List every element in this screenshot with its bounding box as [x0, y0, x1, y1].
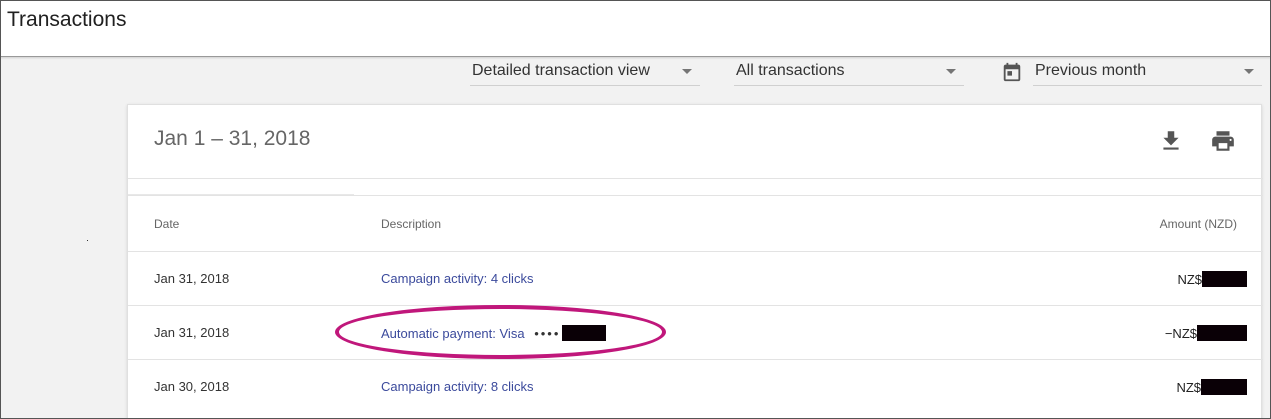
period-dropdown[interactable]: Previous month: [1033, 58, 1262, 86]
stray-dot: [87, 240, 88, 241]
view-dropdown-label: Detailed transaction view: [472, 62, 650, 79]
divider: [128, 178, 1263, 179]
download-icon[interactable]: [1158, 128, 1184, 154]
column-header-description[interactable]: Description: [381, 217, 441, 231]
redacted-amount: [1197, 325, 1247, 341]
transaction-type-label: All transactions: [736, 62, 845, 79]
row-date: Jan 31, 2018: [154, 325, 230, 340]
chevron-down-icon: [1244, 69, 1254, 74]
print-icon[interactable]: [1210, 128, 1236, 154]
date-range-title: Jan 1 – 31, 2018: [154, 127, 311, 150]
page-title: Transactions: [7, 8, 127, 31]
redacted-amount: [1201, 379, 1247, 395]
chevron-down-icon: [946, 69, 956, 74]
row-description-link[interactable]: Campaign activity: 4 clicks: [381, 271, 533, 286]
table-row: Jan 31, 2018 Campaign activity: 4 clicks…: [128, 251, 1263, 305]
period-dropdown-label: Previous month: [1035, 62, 1147, 79]
transactions-card: Jan 1 – 31, 2018 Date Description Amount…: [127, 104, 1263, 419]
amount-prefix: NZ$: [1176, 380, 1201, 395]
row-amount: −NZ$: [1165, 325, 1247, 341]
row-description-link[interactable]: Campaign activity: 8 clicks: [381, 379, 533, 394]
calendar-icon[interactable]: [1001, 61, 1023, 83]
divider: [128, 195, 1263, 196]
column-header-amount[interactable]: Amount (NZD): [1160, 217, 1237, 231]
chevron-down-icon: [682, 69, 692, 74]
row-date: Jan 31, 2018: [154, 271, 230, 286]
row-amount: NZ$: [1177, 271, 1247, 287]
row-date: Jan 30, 2018: [154, 379, 230, 394]
column-header-date[interactable]: Date: [154, 217, 179, 231]
transaction-type-dropdown[interactable]: All transactions: [734, 58, 964, 86]
view-dropdown[interactable]: Detailed transaction view: [470, 58, 700, 86]
highlight-ellipse: [335, 305, 666, 359]
table-row: Jan 30, 2018 Campaign activity: 8 clicks…: [128, 359, 1263, 413]
redacted-amount: [1202, 271, 1247, 287]
amount-prefix: NZ$: [1177, 272, 1202, 287]
row-amount: NZ$: [1176, 379, 1247, 395]
page-header: Transactions: [0, 0, 1271, 57]
amount-prefix: −NZ$: [1164, 326, 1197, 341]
table-row: Jan 31, 2018 Automatic payment: Visa •••…: [128, 305, 1263, 359]
